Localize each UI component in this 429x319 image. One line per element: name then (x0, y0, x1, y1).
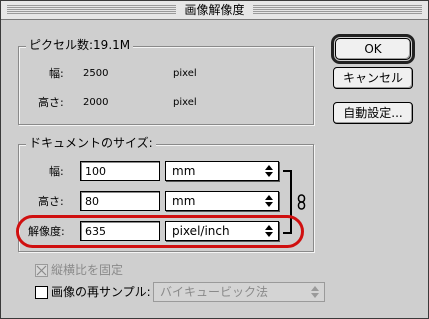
document-size-legend: ドキュメントのサイズ: (26, 136, 156, 150)
title-bar[interactable]: 画像解像度 (1, 1, 428, 20)
doc-height-unit-text: mm (172, 194, 196, 208)
image-size-dialog: 画像解像度 ピクセル数:19.1M 幅: 2500 pixel 高さ: 2000… (0, 0, 429, 319)
constrain-proportions-label: 縦横比を固定 (51, 263, 124, 277)
chain-link-icon (297, 194, 306, 210)
dialog-title-wrap: 画像解像度 (1, 2, 428, 18)
pixel-dimensions-legend: ピクセル数:19.1M (26, 38, 134, 52)
pixel-height-value: 2000 (83, 97, 109, 108)
doc-width-input[interactable]: 100 (80, 161, 160, 181)
pixel-dimensions-group (18, 46, 314, 125)
resample-method-select[interactable]: バイキュービック法 (153, 282, 325, 302)
doc-width-unit-text: mm (172, 164, 196, 178)
pixel-height-label: 高さ: (38, 96, 64, 109)
pixel-width-label: 幅: (49, 67, 64, 80)
ok-button[interactable]: OK (331, 34, 415, 64)
cancel-button[interactable]: キャンセル (333, 67, 413, 89)
doc-width-label: 幅: (49, 165, 64, 178)
resample-method-text: バイキュービック法 (160, 285, 269, 299)
updown-arrows-icon (265, 195, 273, 207)
updown-arrows-icon (265, 165, 273, 177)
resolution-highlight-oval (16, 215, 304, 248)
pixel-width-value: 2500 (83, 68, 109, 79)
pixel-width-unit: pixel (173, 68, 197, 79)
doc-height-input[interactable]: 80 (80, 191, 160, 211)
dialog-title: 画像解像度 (176, 3, 253, 17)
updown-arrows-icon (311, 286, 319, 298)
checkmark-icon (36, 265, 47, 276)
constrain-proportions-checkbox[interactable] (35, 264, 48, 277)
auto-settings-button[interactable]: 自動設定... (333, 102, 413, 124)
doc-height-label: 高さ: (38, 195, 64, 208)
pixel-height-unit: pixel (173, 97, 197, 108)
resample-image-label: 画像の再サンプル: (51, 285, 151, 299)
doc-width-unit-select[interactable]: mm (165, 161, 279, 181)
resample-image-checkbox[interactable] (35, 286, 48, 299)
doc-height-unit-select[interactable]: mm (165, 191, 279, 211)
